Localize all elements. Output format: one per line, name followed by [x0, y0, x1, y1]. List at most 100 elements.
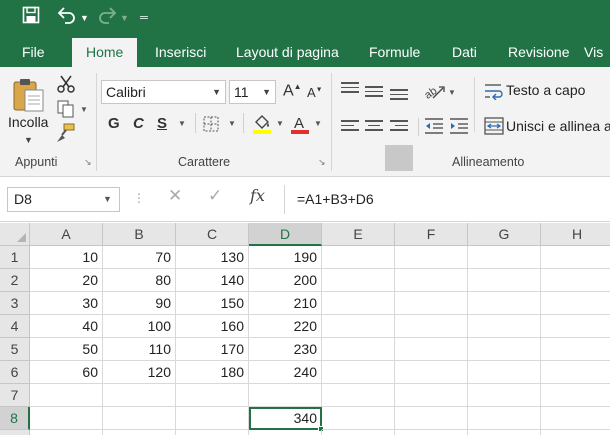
column-header-f[interactable]: F: [395, 223, 468, 246]
cell-e5[interactable]: [322, 338, 395, 361]
cell-g3[interactable]: [468, 292, 541, 315]
underline-dropdown-icon[interactable]: ▼: [178, 119, 186, 128]
cell-c4[interactable]: 160: [176, 315, 249, 338]
cell-a9[interactable]: [30, 430, 103, 435]
increase-font-icon[interactable]: A▲: [283, 82, 302, 100]
copy-icon[interactable]: [56, 99, 76, 119]
cell-b5[interactable]: 110: [103, 338, 176, 361]
cell-d6[interactable]: 240: [249, 361, 322, 384]
undo-icon[interactable]: [56, 6, 76, 31]
cell-g9[interactable]: [468, 430, 541, 435]
cell-a1[interactable]: 10: [30, 246, 103, 269]
borders-dropdown-icon[interactable]: ▼: [228, 119, 236, 128]
cell-c6[interactable]: 180: [176, 361, 249, 384]
cell-b1[interactable]: 70: [103, 246, 176, 269]
cut-icon[interactable]: [56, 74, 76, 94]
cell-d1[interactable]: 190: [249, 246, 322, 269]
tab-view[interactable]: Vis: [584, 38, 603, 67]
cell-h9[interactable]: [541, 430, 610, 435]
cell-g6[interactable]: [468, 361, 541, 384]
fill-color-icon[interactable]: [252, 113, 272, 140]
tab-data[interactable]: Dati: [452, 38, 477, 67]
cell-f9[interactable]: [395, 430, 468, 435]
cell-a2[interactable]: 20: [30, 269, 103, 292]
cell-h3[interactable]: [541, 292, 610, 315]
cell-c2[interactable]: 140: [176, 269, 249, 292]
cell-f6[interactable]: [395, 361, 468, 384]
cell-h4[interactable]: [541, 315, 610, 338]
fill-color-dropdown-icon[interactable]: ▼: [276, 119, 284, 128]
row-header-2[interactable]: 2: [0, 269, 30, 292]
cell-b9[interactable]: [103, 430, 176, 435]
cell-a8[interactable]: [30, 407, 103, 430]
cell-c8[interactable]: [176, 407, 249, 430]
cell-g4[interactable]: [468, 315, 541, 338]
cell-g5[interactable]: [468, 338, 541, 361]
clipboard-launcher-icon[interactable]: ↘: [84, 157, 92, 168]
cell-b7[interactable]: [103, 384, 176, 407]
cell-f7[interactable]: [395, 384, 468, 407]
row-header-7[interactable]: 7: [0, 384, 30, 407]
row-header-5[interactable]: 5: [0, 338, 30, 361]
undo-dropdown-icon[interactable]: ▼: [80, 6, 89, 30]
insert-function-button[interactable]: fx: [250, 186, 265, 205]
top-align-icon[interactable]: [341, 82, 359, 96]
align-center-icon[interactable]: [365, 120, 383, 134]
cell-b6[interactable]: 120: [103, 361, 176, 384]
cell-d3[interactable]: 210: [249, 292, 322, 315]
cell-a5[interactable]: 50: [30, 338, 103, 361]
column-header-c[interactable]: C: [176, 223, 249, 246]
cell-f8[interactable]: [395, 407, 468, 430]
tab-formulas[interactable]: Formule: [369, 38, 420, 67]
cell-h5[interactable]: [541, 338, 610, 361]
merge-center-icon[interactable]: [484, 117, 504, 140]
cell-e9[interactable]: [322, 430, 395, 435]
font-color-dropdown-icon[interactable]: ▼: [314, 119, 322, 128]
formula-bar-grip-icon[interactable]: ⋮: [133, 191, 145, 205]
italic-button[interactable]: C: [133, 115, 144, 132]
wrap-text-icon[interactable]: [484, 82, 504, 105]
cell-a7[interactable]: [30, 384, 103, 407]
cell-f4[interactable]: [395, 315, 468, 338]
font-name-select[interactable]: Calibri ▼: [101, 80, 226, 104]
cell-c3[interactable]: 150: [176, 292, 249, 315]
cell-h2[interactable]: [541, 269, 610, 292]
tab-insert[interactable]: Inserisci: [155, 38, 206, 67]
cell-d4[interactable]: 220: [249, 315, 322, 338]
row-header-4[interactable]: 4: [0, 315, 30, 338]
paste-dropdown-icon[interactable]: ▼: [24, 135, 33, 145]
copy-dropdown-icon[interactable]: ▼: [80, 105, 88, 114]
row-header-8[interactable]: 8: [0, 407, 30, 430]
align-right-icon[interactable]: [390, 120, 408, 134]
cell-c1[interactable]: 130: [176, 246, 249, 269]
column-header-d[interactable]: D: [249, 223, 322, 246]
cell-a4[interactable]: 40: [30, 315, 103, 338]
cell-g2[interactable]: [468, 269, 541, 292]
cell-e7[interactable]: [322, 384, 395, 407]
cell-e4[interactable]: [322, 315, 395, 338]
underline-button[interactable]: S: [157, 115, 167, 132]
cell-f3[interactable]: [395, 292, 468, 315]
row-header-1[interactable]: 1: [0, 246, 30, 269]
bottom-align-icon[interactable]: [390, 89, 408, 103]
cell-f2[interactable]: [395, 269, 468, 292]
format-painter-icon[interactable]: [56, 123, 76, 143]
cell-a6[interactable]: 60: [30, 361, 103, 384]
column-header-g[interactable]: G: [468, 223, 541, 246]
orientation-dropdown-icon[interactable]: ▼: [448, 88, 456, 97]
cell-b2[interactable]: 80: [103, 269, 176, 292]
merge-center-button[interactable]: Unisci e allinea al: [506, 118, 610, 134]
cell-b3[interactable]: 90: [103, 292, 176, 315]
cell-g1[interactable]: [468, 246, 541, 269]
tab-home[interactable]: Home: [72, 38, 138, 67]
cell-c9[interactable]: [176, 430, 249, 435]
select-all-button[interactable]: [0, 223, 30, 246]
cell-c5[interactable]: 170: [176, 338, 249, 361]
column-header-b[interactable]: B: [103, 223, 176, 246]
cell-a3[interactable]: 30: [30, 292, 103, 315]
cell-d8[interactable]: 340: [249, 407, 322, 430]
cell-h8[interactable]: [541, 407, 610, 430]
cell-h1[interactable]: [541, 246, 610, 269]
middle-align-icon[interactable]: [365, 86, 383, 100]
cell-e1[interactable]: [322, 246, 395, 269]
